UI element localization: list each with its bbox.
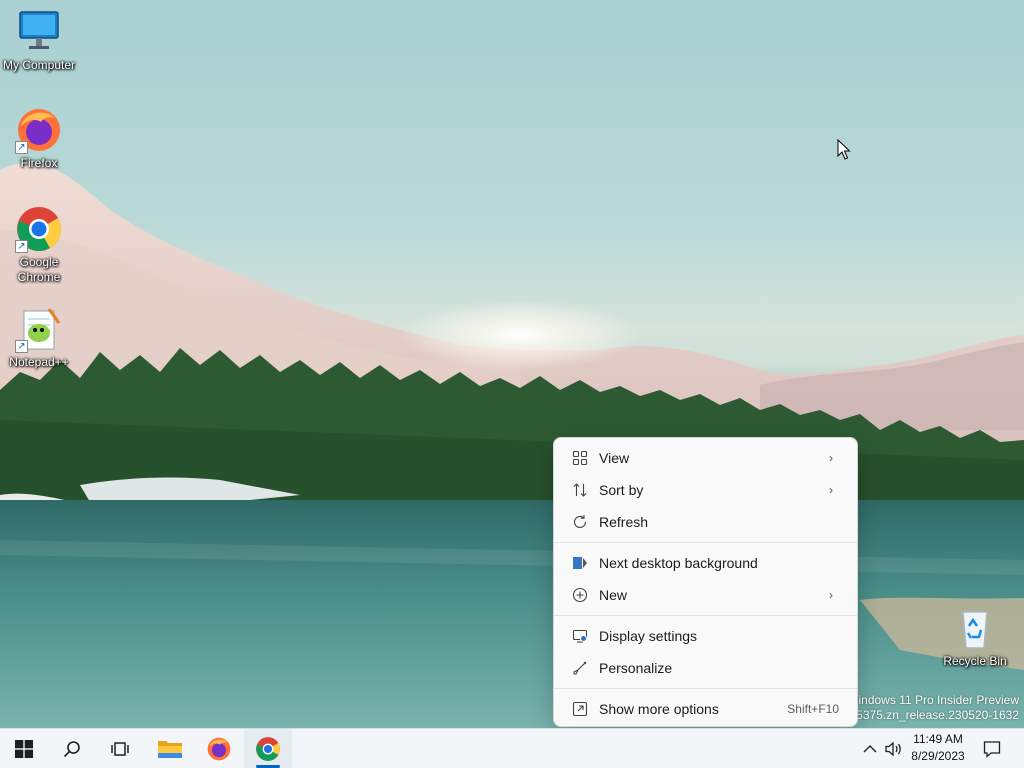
chevron-up-icon [863, 745, 877, 753]
view-grid-icon [571, 449, 589, 467]
menu-item-show-more-options[interactable]: Show more options Shift+F10 [558, 693, 853, 725]
shortcut-arrow-icon: ↗ [15, 240, 28, 253]
chevron-right-icon: › [829, 483, 833, 497]
notepad-plus-plus-icon: ↗ [15, 305, 63, 353]
personalize-brush-icon [571, 659, 589, 677]
taskbar: 11:49 AM 8/29/2023 [0, 728, 1024, 768]
firefox-icon: ↗ [15, 106, 63, 154]
desktop-icon-label: Google Chrome [17, 255, 61, 284]
notification-bubble-icon [983, 741, 1001, 758]
taskbar-firefox-button[interactable] [195, 729, 243, 768]
menu-item-label: View [599, 450, 630, 466]
menu-item-label: Personalize [599, 660, 673, 676]
tray-show-hidden-icons-button[interactable] [860, 729, 880, 768]
chevron-right-icon: › [829, 451, 833, 465]
wallpaper-scenery [0, 162, 1024, 728]
desktop-icon-label: My Computer [2, 58, 76, 72]
desktop-icon-recycle-bin[interactable]: Recycle Bin [937, 604, 1013, 669]
clock-date: 8/29/2023 [911, 749, 965, 763]
menu-item-label: Show more options [599, 701, 719, 717]
tray-notifications-button[interactable] [978, 729, 1006, 768]
taskbar-start-button[interactable] [0, 729, 48, 768]
mouse-cursor-icon [837, 138, 851, 164]
shortcut-arrow-icon: ↗ [15, 141, 28, 154]
menu-item-display-settings[interactable]: Display settings [558, 620, 853, 652]
recycle-bin-icon [951, 604, 999, 652]
task-view-icon [111, 742, 129, 756]
search-icon [63, 741, 80, 758]
menu-item-label: Next desktop background [599, 555, 758, 571]
menu-item-label: Sort by [599, 482, 644, 498]
menu-item-personalize[interactable]: Personalize [558, 652, 853, 684]
menu-item-refresh[interactable]: Refresh [558, 506, 853, 538]
chevron-right-icon: › [829, 588, 833, 602]
desktop-icon-notepad-plus-plus[interactable]: ↗ Notepad++ [1, 305, 77, 370]
menu-separator [554, 688, 857, 689]
menu-separator [554, 615, 857, 616]
show-more-options-icon [571, 700, 589, 718]
chrome-icon: ↗ [15, 205, 63, 253]
shortcut-arrow-icon: ↗ [15, 340, 28, 353]
menu-item-view[interactable]: View › [558, 442, 853, 474]
menu-item-label: Display settings [599, 628, 698, 644]
new-plus-icon [571, 586, 589, 604]
taskbar-chrome-button[interactable] [244, 729, 292, 768]
menu-separator [554, 542, 857, 543]
desktop-icon-my-computer[interactable]: My Computer [1, 8, 77, 73]
taskbar-task-view-button[interactable] [96, 729, 144, 768]
taskbar-search-button[interactable] [48, 729, 96, 768]
chrome-icon [256, 737, 280, 761]
sort-icon [571, 481, 589, 499]
refresh-icon [571, 513, 589, 531]
windows-start-icon [15, 740, 33, 758]
keyboard-shortcut: Shift+F10 [787, 702, 839, 716]
taskbar-file-explorer-button[interactable] [146, 729, 194, 768]
display-settings-icon [571, 627, 589, 645]
menu-item-label: New [599, 587, 628, 603]
desktop-icon-label: Notepad++ [9, 355, 69, 369]
desktop-icon-label: Firefox [20, 156, 58, 170]
firefox-icon [207, 737, 231, 761]
menu-item-next-desktop-background[interactable]: Next desktop background [558, 547, 853, 579]
desktop-context-menu: View › Sort by › Refresh Next desktop ba… [553, 437, 858, 727]
tray-volume-button[interactable] [883, 729, 905, 768]
menu-item-sort-by[interactable]: Sort by › [558, 474, 853, 506]
desktop-icon-firefox[interactable]: ↗ Firefox [1, 106, 77, 171]
desktop-icon-label: Recycle Bin [943, 654, 1007, 668]
clock-time: 11:49 AM [913, 732, 963, 746]
desktop-icon-google-chrome[interactable]: ↗ Google Chrome [1, 205, 77, 285]
menu-item-label: Refresh [599, 514, 649, 530]
next-background-icon [571, 554, 589, 572]
computer-monitor-icon [15, 8, 63, 56]
folder-icon [158, 741, 182, 758]
speaker-volume-icon [885, 741, 901, 757]
menu-item-new[interactable]: New › [558, 579, 853, 611]
taskbar-clock[interactable]: 11:49 AM 8/29/2023 [906, 731, 970, 767]
desktop-wallpaper[interactable] [0, 0, 1024, 728]
